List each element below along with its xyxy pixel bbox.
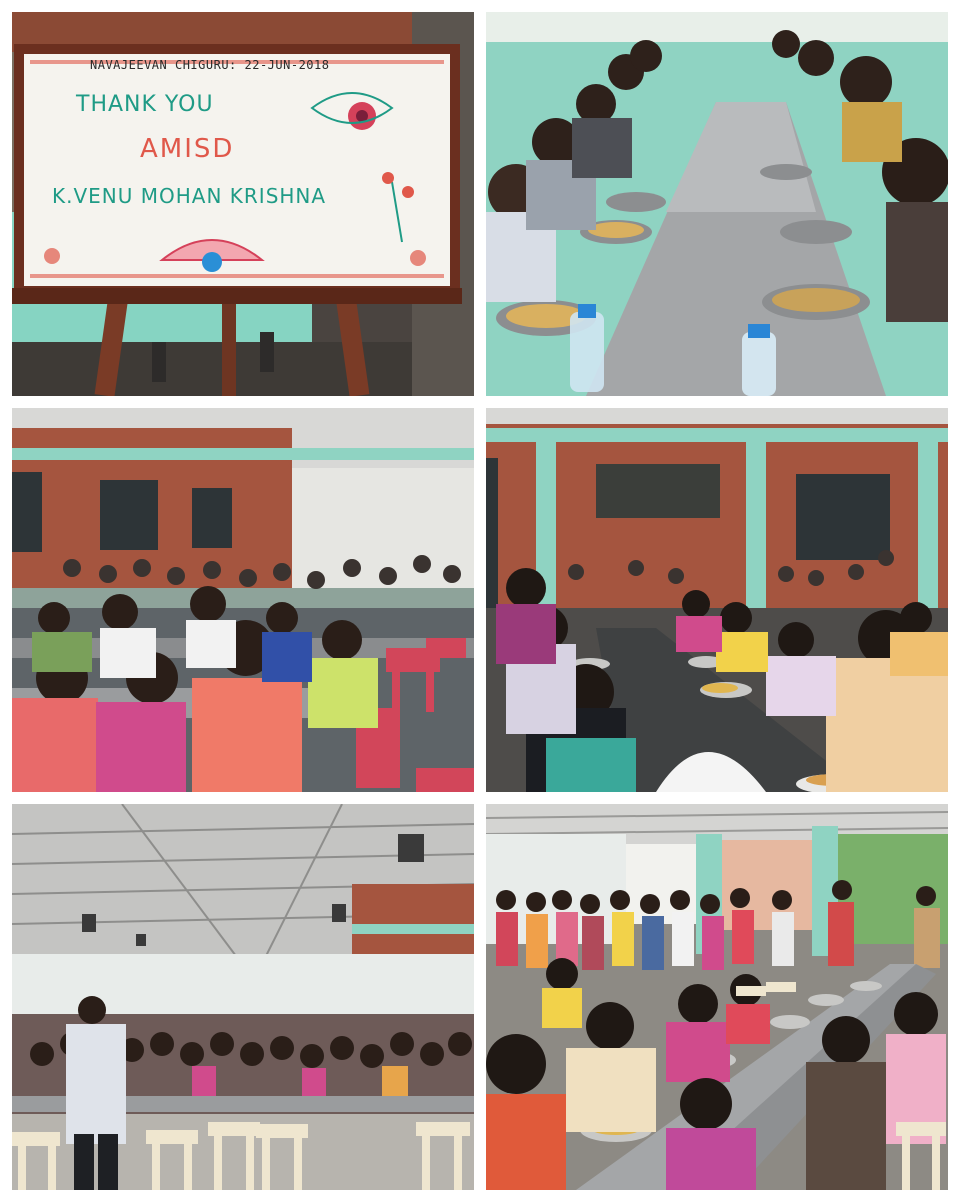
photo-large-dining-hall xyxy=(12,804,474,1190)
whiteboard-header: NAVAJEEVAN CHIGURU: 22-JUN-2018 xyxy=(90,58,330,72)
whiteboard-org-name: AMISD xyxy=(140,134,235,164)
whiteboard-donor-name: K.VENU MOHAN KRISHNA xyxy=(52,184,327,208)
photo-whiteboard: NAVAJEEVAN CHIGURU: 22-JUN-2018 THANK YO… xyxy=(12,12,474,396)
photo-children-eating xyxy=(486,12,948,396)
photo-girls-dining-hall xyxy=(486,408,948,792)
photo-boys-dining-hall xyxy=(12,408,474,792)
whiteboard-thank-you: THANK YOU xyxy=(76,92,214,117)
photo-open-dining-hall xyxy=(486,804,948,1190)
